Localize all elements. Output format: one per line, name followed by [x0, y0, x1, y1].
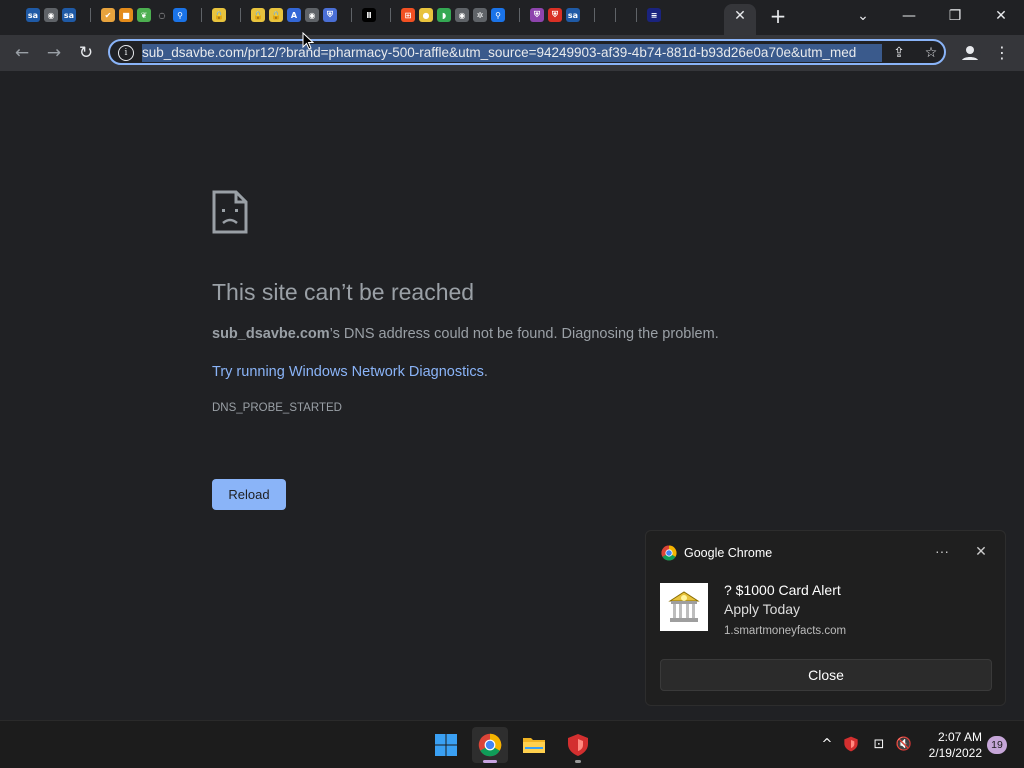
gear-app-icon[interactable]: ✲	[473, 8, 487, 22]
error-description: sub_dsavbe.com’s DNS address could not b…	[212, 324, 852, 344]
start-button[interactable]	[428, 727, 464, 763]
check-icon[interactable]: ✔	[101, 8, 115, 22]
pin-icon[interactable]: ⚲	[491, 8, 505, 22]
a-app-icon[interactable]: A	[287, 8, 301, 22]
sa-icon[interactable]: sa	[62, 8, 76, 22]
minimize-button[interactable]: —	[897, 6, 921, 26]
windows-logo-icon	[435, 734, 457, 756]
new-tab-button[interactable]: +	[768, 6, 788, 26]
browser-toolbar: ← → ↻ i sub_dsavbe.com/pr12/?brand=pharm…	[0, 35, 1024, 71]
taskbar-security-app[interactable]	[560, 727, 596, 763]
blue-app-icon[interactable]: ≡	[647, 8, 661, 22]
lock-icon[interactable]: 🔒	[269, 8, 283, 22]
notification-count-badge[interactable]: 19	[987, 736, 1007, 754]
clock-date[interactable]: 2/19/2022	[920, 746, 982, 761]
tray-security-icon[interactable]	[842, 736, 860, 754]
notification-body: Apply Today	[724, 601, 801, 617]
reload-icon[interactable]: ↻	[74, 41, 98, 65]
url-text[interactable]: sub_dsavbe.com/pr12/?brand=pharmacy-500-…	[142, 44, 882, 62]
taskbar: ^ ⊡ 🔇 2:07 AM 2/19/2022 19	[0, 720, 1024, 768]
notification-source: 1.smartmoneyfacts.com	[724, 625, 847, 637]
active-app-indicator	[483, 760, 497, 763]
orange-app-icon[interactable]: ■	[119, 8, 133, 22]
network-diagnostics-link[interactable]: Try running Windows Network Diagnostics	[212, 362, 484, 382]
tab-favicons: sa ◉ sa ✔ ■ ❦ ◌ ⚲ 🔒 🔒 🔒 A ◉ ⛨ Ⅱ ⊞ ● ◗ ◉ ✲ ⚲ ⛨ ⛨ sa ≡	[26, 8, 665, 22]
tab-separator	[636, 8, 637, 22]
forward-button[interactable]: →	[42, 41, 66, 65]
lock-icon[interactable]: 🔒	[251, 8, 265, 22]
notification-more-icon[interactable]: ···	[932, 542, 952, 562]
reload-button[interactable]: Reload	[212, 479, 286, 510]
error-page: This site can’t be reached sub_dsavbe.co…	[212, 190, 852, 416]
globe-icon[interactable]: ◉	[44, 8, 58, 22]
taskbar-file-explorer-app[interactable]	[516, 727, 552, 763]
green-app-icon[interactable]: ◗	[437, 8, 451, 22]
pin-icon[interactable]: ⚲	[173, 8, 187, 22]
medium-icon[interactable]: Ⅱ	[362, 8, 376, 22]
chrome-icon	[661, 545, 677, 561]
sa-icon[interactable]: sa	[26, 8, 40, 22]
mouse-cursor-icon	[302, 31, 315, 55]
tray-overflow-chevron-icon[interactable]: ^	[818, 736, 836, 754]
window-close-button[interactable]: ✕	[989, 6, 1013, 26]
loading-icon[interactable]: ◌	[155, 8, 169, 22]
chrome-icon	[478, 733, 502, 757]
notification-title: ? $1000 Card Alert	[724, 582, 841, 598]
tab-separator	[390, 8, 391, 22]
shield-icon[interactable]: ⛨	[323, 8, 337, 22]
error-domain: sub_dsavbe.com	[212, 326, 330, 342]
tab-separator	[594, 8, 595, 22]
network-icon[interactable]: ⊡	[870, 736, 888, 754]
red-shield-icon[interactable]: ⛨	[548, 8, 562, 22]
tab-strip: sa ◉ sa ✔ ■ ❦ ◌ ⚲ 🔒 🔒 🔒 A ◉ ⛨ Ⅱ ⊞ ● ◗ ◉ ✲ ⚲ ⛨ ⛨ sa ≡ ✕ + ⌄ — ❐ ✕	[0, 0, 1024, 35]
sa-icon[interactable]: sa	[566, 8, 580, 22]
clock-time[interactable]: 2:07 AM	[920, 730, 982, 745]
folder-icon	[523, 738, 545, 753]
globe-icon[interactable]: ◉	[455, 8, 469, 22]
restore-button[interactable]: ❐	[943, 6, 967, 26]
bank-icon	[660, 583, 708, 631]
share-icon[interactable]: ⇪	[890, 44, 908, 62]
notification-toast[interactable]: Google Chrome ··· ✕ ? $1000 Card Alert A…	[645, 530, 1006, 706]
tab-separator	[90, 8, 91, 22]
running-app-indicator	[575, 760, 581, 763]
bookmark-star-icon[interactable]: ☆	[922, 44, 940, 62]
error-description-text: ’s DNS address could not be found. Diagn…	[329, 326, 719, 342]
tab-separator	[201, 8, 202, 22]
tab-separator	[240, 8, 241, 22]
taskbar-chrome-app[interactable]	[472, 727, 508, 763]
tab-separator	[351, 8, 352, 22]
profile-avatar-icon[interactable]	[958, 41, 982, 65]
notification-close-button[interactable]: Close	[660, 659, 992, 691]
lock-icon[interactable]: 🔒	[212, 8, 226, 22]
tab-search-dropdown-icon[interactable]: ⌄	[851, 6, 875, 26]
link-period: .	[483, 364, 488, 380]
leaf-icon[interactable]: ❦	[137, 8, 151, 22]
notification-app-name: Google Chrome	[684, 546, 773, 560]
sad-document-icon	[212, 190, 248, 234]
error-title: This site can’t be reached	[212, 279, 475, 305]
red-shield-icon	[568, 734, 588, 756]
browser-menu-icon[interactable]: ⋮	[994, 41, 1010, 65]
windows-icon[interactable]: ⊞	[401, 8, 415, 22]
address-bar[interactable]: i sub_dsavbe.com/pr12/?brand=pharmacy-50…	[108, 39, 946, 65]
notification-dismiss-icon[interactable]: ✕	[971, 542, 991, 562]
tab-separator	[615, 8, 616, 22]
tab-separator	[519, 8, 520, 22]
volume-muted-icon[interactable]: 🔇	[895, 736, 913, 754]
yellow-app-icon[interactable]: ●	[419, 8, 433, 22]
error-code: DNS_PROBE_STARTED	[212, 402, 342, 414]
purple-shield-icon[interactable]: ⛨	[530, 8, 544, 22]
globe-icon[interactable]: ◉	[305, 8, 319, 22]
tab-close-button[interactable]: ✕	[732, 8, 748, 24]
site-info-icon[interactable]: i	[118, 45, 134, 61]
back-button[interactable]: ←	[10, 41, 34, 65]
